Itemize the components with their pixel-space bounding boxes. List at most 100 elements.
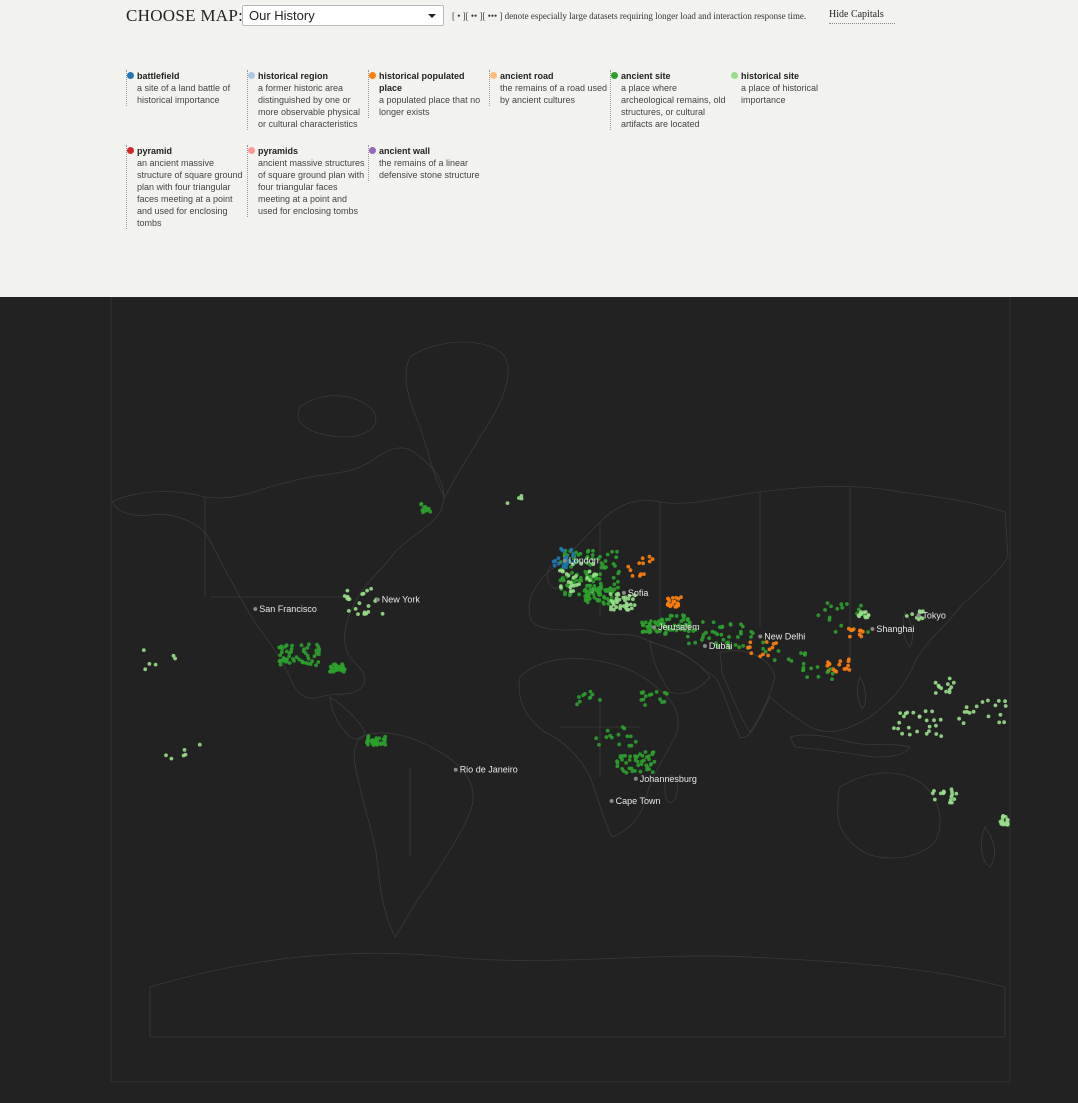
site-point[interactable] [746, 645, 750, 650]
site-point[interactable] [560, 577, 564, 581]
site-point[interactable] [602, 594, 606, 599]
site-point[interactable] [616, 593, 621, 597]
site-point[interactable] [763, 649, 768, 654]
site-point[interactable] [608, 586, 613, 590]
site-point[interactable] [383, 734, 388, 739]
site-point[interactable] [904, 614, 909, 618]
site-point[interactable] [647, 559, 652, 564]
site-point[interactable] [623, 753, 627, 758]
site-point[interactable] [924, 731, 929, 736]
site-point[interactable] [552, 563, 557, 568]
site-point[interactable] [693, 640, 698, 645]
site-point[interactable] [728, 622, 733, 626]
site-point[interactable] [639, 762, 644, 766]
site-point[interactable] [586, 548, 591, 553]
site-point[interactable] [740, 624, 745, 629]
site-point[interactable] [829, 604, 833, 609]
site-point[interactable] [827, 662, 832, 666]
site-point[interactable] [628, 568, 633, 573]
map-select-dropdown[interactable]: Our History [242, 5, 444, 26]
site-point[interactable] [635, 759, 640, 764]
site-point[interactable] [641, 697, 646, 702]
site-point[interactable] [652, 759, 657, 764]
site-point[interactable] [559, 584, 563, 588]
site-point[interactable] [944, 689, 948, 694]
site-point[interactable] [974, 704, 979, 709]
site-point[interactable] [616, 571, 621, 576]
site-point[interactable] [591, 548, 595, 553]
site-point[interactable] [614, 605, 619, 609]
site-point[interactable] [939, 734, 944, 738]
site-point[interactable] [182, 748, 187, 752]
site-point[interactable] [357, 601, 362, 606]
site-point[interactable] [626, 564, 631, 569]
site-point[interactable] [577, 699, 582, 704]
site-point[interactable] [615, 549, 619, 554]
site-point[interactable] [640, 556, 645, 561]
site-point[interactable] [997, 720, 1002, 725]
site-point[interactable] [673, 604, 678, 609]
site-point[interactable] [624, 761, 628, 765]
site-point[interactable] [306, 656, 311, 661]
site-point[interactable] [617, 742, 622, 747]
site-point[interactable] [805, 675, 810, 679]
site-point[interactable] [312, 654, 317, 659]
site-point[interactable] [650, 750, 655, 755]
site-point[interactable] [604, 735, 609, 740]
site-point[interactable] [1000, 821, 1005, 826]
site-point[interactable] [284, 643, 289, 648]
site-point[interactable] [647, 630, 652, 635]
site-point[interactable] [833, 630, 838, 634]
site-point[interactable] [766, 653, 770, 658]
site-point[interactable] [505, 501, 510, 505]
site-point[interactable] [610, 549, 614, 554]
site-point[interactable] [932, 797, 937, 802]
site-point[interactable] [365, 588, 369, 593]
site-point[interactable] [986, 698, 990, 703]
site-point[interactable] [665, 691, 669, 696]
site-point[interactable] [345, 588, 350, 593]
site-point[interactable] [772, 658, 777, 663]
site-point[interactable] [649, 692, 654, 697]
site-point[interactable] [598, 572, 602, 576]
site-point[interactable] [704, 630, 708, 635]
site-point[interactable] [838, 659, 843, 664]
site-point[interactable] [896, 726, 900, 731]
site-point[interactable] [173, 656, 178, 661]
site-point[interactable] [809, 666, 813, 671]
site-point[interactable] [670, 614, 674, 618]
site-point[interactable] [947, 676, 952, 681]
site-point[interactable] [588, 574, 593, 579]
site-point[interactable] [859, 612, 863, 616]
site-point[interactable] [951, 680, 956, 685]
site-point[interactable] [316, 652, 321, 657]
site-point[interactable] [314, 648, 319, 653]
site-point[interactable] [761, 646, 765, 651]
site-point[interactable] [353, 607, 358, 611]
site-point[interactable] [585, 600, 590, 605]
site-point[interactable] [707, 636, 711, 640]
site-point[interactable] [574, 574, 578, 579]
legend-item[interactable]: pyramids ancient massive structures of s… [247, 145, 368, 217]
site-point[interactable] [592, 595, 597, 600]
site-point[interactable] [839, 602, 844, 607]
site-point[interactable] [993, 703, 998, 708]
site-point[interactable] [845, 602, 849, 606]
site-point[interactable] [551, 559, 556, 564]
site-point[interactable] [340, 662, 344, 666]
site-point[interactable] [614, 555, 619, 560]
site-point[interactable] [316, 645, 321, 649]
site-point[interactable] [839, 623, 844, 628]
site-point[interactable] [305, 645, 310, 650]
site-point[interactable] [559, 546, 563, 551]
site-point[interactable] [329, 666, 334, 670]
site-point[interactable] [609, 599, 614, 603]
site-point[interactable] [749, 635, 753, 639]
site-point[interactable] [965, 710, 969, 714]
site-point[interactable] [278, 658, 283, 663]
site-point[interactable] [629, 606, 634, 611]
site-point[interactable] [556, 556, 561, 560]
site-point[interactable] [569, 580, 573, 585]
site-point[interactable] [609, 607, 613, 612]
site-point[interactable] [615, 759, 619, 764]
